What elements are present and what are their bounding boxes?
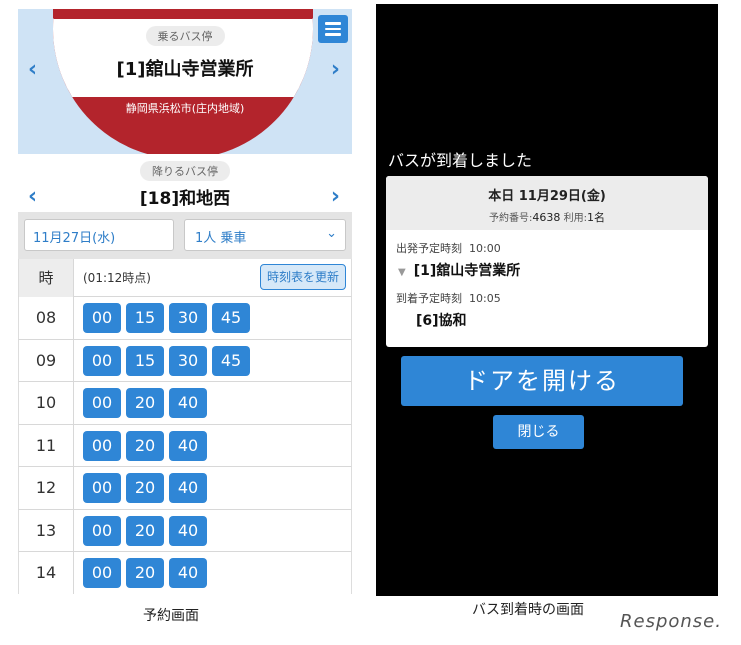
departure-stop: [1]舘山寺営業所 bbox=[413, 263, 521, 279]
departure-minute-button[interactable]: 45 bbox=[212, 303, 250, 333]
reservation-screen-caption: 予約画面 bbox=[143, 608, 199, 624]
riders-count: 1名 bbox=[586, 211, 605, 224]
passenger-select-value: 1人 乗車 bbox=[195, 231, 247, 246]
reservation-screen: 乗るバス停 [1]舘山寺営業所 静岡県浜松市(庄内地域) ‹ › 降りるバス停 … bbox=[18, 9, 352, 594]
chevron-down-icon: ⌄ bbox=[326, 226, 337, 241]
departure-minute-button[interactable]: 00 bbox=[83, 303, 121, 333]
open-door-button[interactable]: ドアを開ける bbox=[401, 356, 683, 406]
minute-buttons: 00 20 40 bbox=[83, 558, 207, 588]
departure-minute-button[interactable]: 00 bbox=[83, 388, 121, 418]
timetable-rows: 08 00 15 30 45 09 00 15 30 45 10 00 20 40 11 00 20 40 12 00… bbox=[18, 297, 352, 594]
date-field[interactable]: 11月27日(水) bbox=[24, 219, 174, 251]
timetable-row: 08 00 15 30 45 bbox=[18, 297, 352, 340]
reservation-number-label: 予約番号: bbox=[489, 213, 533, 224]
card-header: 本日 11月29日(金) 予約番号:4638 利用:1名 bbox=[386, 176, 708, 230]
departure-minute-button[interactable]: 15 bbox=[126, 345, 164, 376]
boarding-stop-label: 乗るバス停 bbox=[145, 26, 225, 46]
alighting-stop-label: 降りるバス停 bbox=[140, 161, 230, 181]
chevron-right-icon[interactable]: › bbox=[331, 186, 340, 208]
boarding-stop-name[interactable]: [1]舘山寺営業所 bbox=[18, 55, 352, 81]
timetable-row: 12 00 20 40 bbox=[18, 467, 352, 510]
chevron-right-icon[interactable]: › bbox=[331, 59, 340, 81]
minute-buttons: 00 20 40 bbox=[83, 388, 207, 418]
arrival-time-row: 到着予定時刻 10:05 bbox=[396, 290, 501, 306]
arrival-stop: [6]協和 bbox=[416, 313, 467, 329]
hour-column-header: 時 bbox=[19, 259, 74, 297]
boarding-stop-header: 乗るバス停 [1]舘山寺営業所 静岡県浜松市(庄内地域) ‹ › bbox=[18, 9, 352, 154]
departure-minute-button[interactable]: 40 bbox=[169, 430, 207, 461]
hour-cell: 09 bbox=[19, 339, 74, 381]
hour-cell: 08 bbox=[19, 297, 74, 339]
minute-buttons: 00 15 30 45 bbox=[83, 303, 250, 333]
triangle-down-icon: ▼ bbox=[398, 267, 406, 278]
search-controls: 11月27日(水) 1人 乗車 ⌄ bbox=[18, 212, 352, 259]
hour-cell: 10 bbox=[19, 382, 74, 424]
departure-minute-button[interactable]: 20 bbox=[126, 473, 164, 503]
departure-stop-row: ▼ [1]舘山寺営業所 bbox=[398, 260, 520, 280]
arrival-screen-caption: バス到着時の画面 bbox=[472, 602, 584, 618]
departure-minute-button[interactable]: 45 bbox=[212, 345, 250, 376]
reservation-card: 本日 11月29日(金) 予約番号:4638 利用:1名 出発予定時刻 10:0… bbox=[386, 176, 708, 347]
passenger-select[interactable]: 1人 乗車 ⌄ bbox=[184, 219, 346, 251]
timetable-row: 10 00 20 40 bbox=[18, 382, 352, 425]
hamburger-menu-icon[interactable] bbox=[318, 15, 348, 43]
departure-minute-button[interactable]: 20 bbox=[126, 388, 164, 418]
departure-minute-button[interactable]: 20 bbox=[126, 558, 164, 588]
chevron-left-icon[interactable]: ‹ bbox=[28, 59, 37, 81]
departure-time: 10:00 bbox=[469, 242, 501, 255]
boarding-stop-area: 静岡県浜松市(庄内地域) bbox=[125, 102, 245, 115]
departure-minute-button[interactable]: 20 bbox=[126, 430, 164, 461]
departure-minute-button[interactable]: 40 bbox=[169, 515, 207, 546]
minute-buttons: 00 20 40 bbox=[83, 515, 207, 546]
response-logo: Response. bbox=[620, 611, 722, 632]
departure-minute-button[interactable]: 00 bbox=[83, 430, 121, 461]
alighting-stop-name[interactable]: [18]和地西 bbox=[18, 184, 352, 209]
departure-minute-button[interactable]: 15 bbox=[126, 303, 164, 333]
departure-minute-button[interactable]: 20 bbox=[126, 515, 164, 546]
departure-minute-button[interactable]: 00 bbox=[83, 345, 121, 376]
hour-cell: 14 bbox=[19, 552, 74, 594]
arrival-label: 到着予定時刻 bbox=[396, 292, 462, 305]
timetable-header: 時 (01:12時点) 時刻表を更新 bbox=[18, 259, 352, 297]
reservation-number: 4638 bbox=[532, 211, 561, 224]
alighting-stop-header: 降りるバス停 ‹ [18]和地西 › bbox=[18, 154, 352, 212]
refresh-timetable-button[interactable]: 時刻表を更新 bbox=[259, 264, 346, 290]
minute-buttons: 00 15 30 45 bbox=[83, 345, 250, 376]
timetable-row: 13 00 20 40 bbox=[18, 509, 352, 552]
departure-minute-button[interactable]: 40 bbox=[169, 558, 207, 588]
hour-cell: 13 bbox=[19, 509, 74, 551]
arrival-title: バスが到着しました bbox=[388, 151, 533, 170]
hour-cell: 12 bbox=[19, 467, 74, 509]
departure-minute-button[interactable]: 00 bbox=[83, 515, 121, 546]
departure-minute-button[interactable]: 30 bbox=[169, 345, 207, 376]
minute-buttons: 00 20 40 bbox=[83, 473, 207, 503]
header-red-band bbox=[53, 9, 313, 18]
hour-cell: 11 bbox=[19, 424, 74, 466]
departure-label: 出発予定時刻 bbox=[396, 242, 462, 255]
departure-minute-button[interactable]: 40 bbox=[169, 388, 207, 418]
departure-minute-button[interactable]: 40 bbox=[169, 473, 207, 503]
close-button[interactable]: 閉じる bbox=[493, 415, 584, 449]
card-date: 本日 11月29日(金) bbox=[488, 189, 606, 204]
arrival-screen: バスが到着しました 本日 11月29日(金) 予約番号:4638 利用:1名 出… bbox=[376, 4, 718, 596]
timetable-updated-time: (01:12時点) bbox=[83, 271, 151, 285]
timetable-row: 11 00 20 40 bbox=[18, 424, 352, 467]
departure-minute-button[interactable]: 00 bbox=[83, 473, 121, 503]
departure-minute-button[interactable]: 30 bbox=[169, 303, 207, 333]
riders-label: 利用: bbox=[563, 213, 587, 224]
arrival-time: 10:05 bbox=[469, 292, 501, 305]
timetable-row: 14 00 20 40 bbox=[18, 552, 352, 594]
minute-buttons: 00 20 40 bbox=[83, 430, 207, 461]
reservation-info: 予約番号:4638 利用:1名 bbox=[386, 209, 708, 225]
timetable-row: 09 00 15 30 45 bbox=[18, 339, 352, 382]
departure-time-row: 出発予定時刻 10:00 bbox=[396, 240, 501, 256]
departure-minute-button[interactable]: 00 bbox=[83, 558, 121, 588]
